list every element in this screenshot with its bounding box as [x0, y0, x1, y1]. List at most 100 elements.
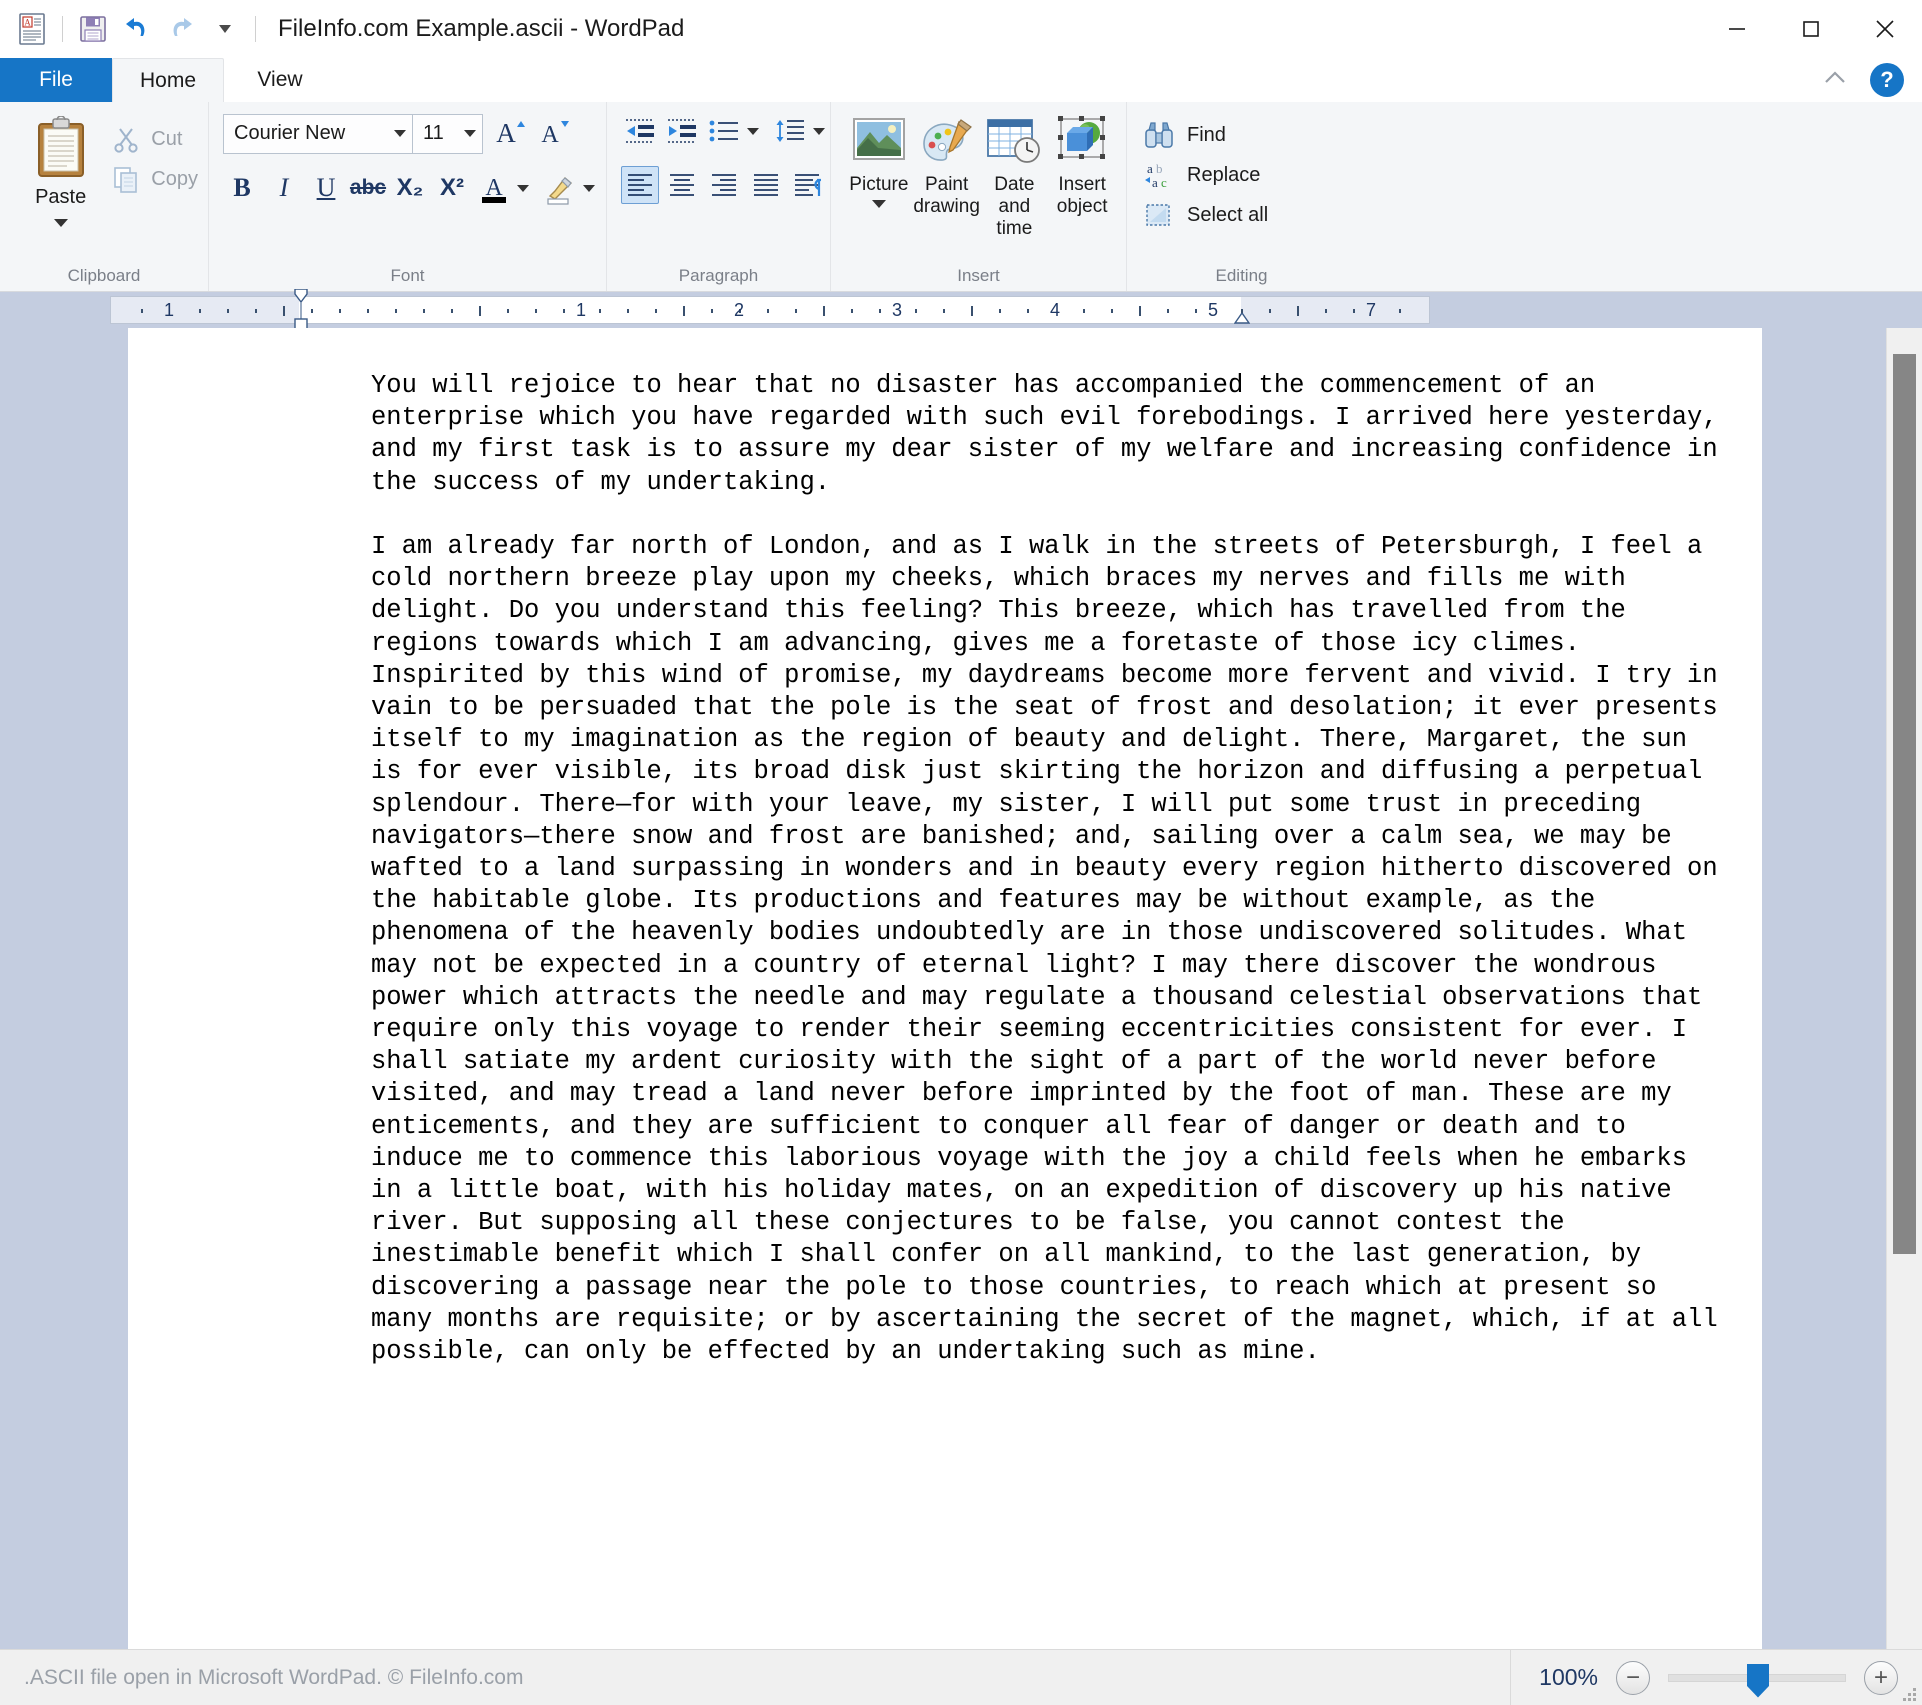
cut-button[interactable]: Cut	[111, 124, 198, 154]
bullets-button[interactable]	[705, 112, 743, 150]
cut-label: Cut	[151, 127, 183, 150]
highlight-chevron-down-icon[interactable]	[583, 184, 603, 192]
paste-caret-down-icon[interactable]	[53, 219, 68, 227]
app-icon[interactable]: A	[10, 7, 54, 51]
strikethrough-label: abc	[349, 176, 387, 199]
ribbon-group-paragraph: Paragraph	[606, 102, 830, 291]
ribbon-group-font: Courier New 11 A A B I U abc X₂ X² A Fon…	[208, 102, 606, 291]
binoculars-icon	[1145, 122, 1173, 148]
zoom-slider[interactable]	[1668, 1663, 1846, 1698]
ribbon-group-editing: Find a b a c Replace Select all Editing	[1126, 102, 1356, 291]
zoom-slider-thumb[interactable]	[1747, 1663, 1769, 1698]
align-center-button[interactable]	[663, 166, 701, 204]
insert-object-button[interactable]: Insert object	[1048, 112, 1116, 218]
strikethrough-button[interactable]: abc	[349, 169, 387, 207]
status-bar: .ASCII file open in Microsoft WordPad. ©…	[0, 1649, 1922, 1705]
vertical-scrollbar-thumb[interactable]	[1893, 354, 1916, 1254]
select-all-button[interactable]: Select all	[1143, 200, 1268, 230]
date-and-time-button[interactable]: Date and time	[981, 112, 1049, 240]
tab-home[interactable]: Home	[112, 58, 224, 102]
ruler-left-margin-zone	[111, 297, 299, 323]
copy-label: Copy	[151, 167, 198, 190]
first-line-indent-marker[interactable]	[293, 289, 309, 333]
increase-indent-button[interactable]	[663, 112, 701, 150]
find-label: Find	[1187, 123, 1226, 146]
insert-picture-button[interactable]: Picture	[845, 112, 913, 208]
find-button[interactable]: Find	[1143, 120, 1268, 150]
minimize-button[interactable]	[1700, 0, 1774, 58]
qat-divider-2	[255, 16, 256, 42]
tab-view[interactable]: View	[224, 58, 336, 102]
group-label-paragraph: Paragraph	[678, 266, 759, 285]
replace-label: Replace	[1187, 163, 1261, 186]
font-name-combo[interactable]: Courier New	[223, 113, 413, 154]
document-paragraph-2[interactable]: I am already far north of London, and as…	[128, 531, 1762, 1368]
document-page[interactable]: You will rejoice to hear that no disaste…	[128, 328, 1762, 1649]
redo-icon[interactable]	[159, 7, 203, 51]
align-right-button[interactable]	[705, 166, 743, 204]
vertical-scrollbar[interactable]	[1886, 328, 1922, 1649]
font-name-value: Courier New	[234, 122, 346, 144]
collapse-ribbon-icon[interactable]	[1820, 67, 1850, 94]
clipboard-small-commands: Cut Copy	[111, 112, 198, 194]
right-indent-marker[interactable]	[1234, 313, 1250, 329]
decrease-indent-icon	[626, 119, 654, 143]
paint-drawing-button[interactable]: Paint drawing	[913, 112, 981, 218]
ruler-number-2: 2	[733, 300, 745, 320]
customize-qat-icon[interactable]	[203, 7, 247, 51]
replace-button[interactable]: a b a c Replace	[1143, 160, 1268, 190]
italic-label: I	[279, 173, 289, 202]
undo-icon[interactable]	[115, 7, 159, 51]
underline-button[interactable]: U	[307, 169, 345, 207]
zoom-controls: 100% − +	[1510, 1650, 1922, 1705]
superscript-button[interactable]: X²	[433, 169, 471, 207]
horizontal-ruler[interactable]: 1 1 2 3 4 5 7	[110, 289, 1430, 332]
font-size-chevron-down-icon[interactable]	[464, 130, 476, 137]
insert-picture-caret-down-icon[interactable]	[871, 199, 886, 208]
highlight-button[interactable]	[541, 169, 579, 207]
paste-button[interactable]: Paste	[10, 112, 111, 227]
select-all-label: Select all	[1187, 203, 1269, 226]
help-button[interactable]: ?	[1870, 63, 1904, 97]
line-spacing-button[interactable]	[771, 112, 809, 150]
ribbon-group-clipboard: Paste Cut Copy Clipboard	[0, 102, 208, 291]
bold-button[interactable]: B	[223, 169, 261, 207]
subscript-label: X₂	[396, 174, 424, 201]
copy-button[interactable]: Copy	[111, 164, 198, 194]
ruler-area: 1 1 2 3 4 5 7	[0, 289, 1922, 332]
text-color-chevron-down-icon[interactable]	[517, 184, 537, 192]
italic-button[interactable]: I	[265, 169, 303, 207]
subscript-button[interactable]: X₂	[391, 169, 429, 207]
text-color-button[interactable]: A	[475, 169, 513, 207]
align-center-icon	[670, 174, 694, 196]
paragraph-settings-button[interactable]	[789, 166, 827, 204]
bullets-chevron-down-icon[interactable]	[747, 127, 767, 135]
ruler-number-6: 7	[1365, 300, 1377, 320]
shrink-font-button[interactable]: A	[537, 112, 575, 155]
zoom-out-button[interactable]: −	[1616, 1660, 1650, 1695]
ribbon: Paste Cut Copy Clipboard Courier New 11 …	[0, 102, 1922, 292]
document-paragraph-blank	[128, 499, 1762, 531]
zoom-in-button[interactable]: +	[1864, 1660, 1898, 1695]
save-icon[interactable]	[71, 7, 115, 51]
font-name-chevron-down-icon[interactable]	[394, 130, 406, 137]
text-color-icon: A	[482, 175, 506, 203]
grow-font-button[interactable]: A	[493, 112, 531, 155]
decrease-indent-button[interactable]	[621, 112, 659, 150]
quick-access-toolbar: A	[0, 7, 264, 51]
ruler-number-4: 4	[1049, 300, 1061, 320]
maximize-button[interactable]	[1774, 0, 1848, 58]
highlighter-pen-icon	[547, 176, 573, 205]
document-area: You will rejoice to hear that no disaste…	[0, 328, 1922, 1649]
close-button[interactable]	[1848, 0, 1922, 58]
paint-drawing-icon	[922, 119, 972, 161]
document-paragraph-1[interactable]: You will rejoice to hear that no disaste…	[128, 370, 1762, 499]
svg-text:a: a	[1147, 161, 1153, 176]
font-size-combo[interactable]: 11	[413, 113, 483, 154]
date-time-icon	[987, 119, 1041, 163]
resize-grip[interactable]	[1900, 1685, 1916, 1701]
align-left-button[interactable]	[621, 166, 659, 204]
ruler-number-1: 1	[575, 300, 587, 320]
justify-button[interactable]	[747, 166, 785, 204]
tab-file[interactable]: File	[0, 58, 112, 102]
